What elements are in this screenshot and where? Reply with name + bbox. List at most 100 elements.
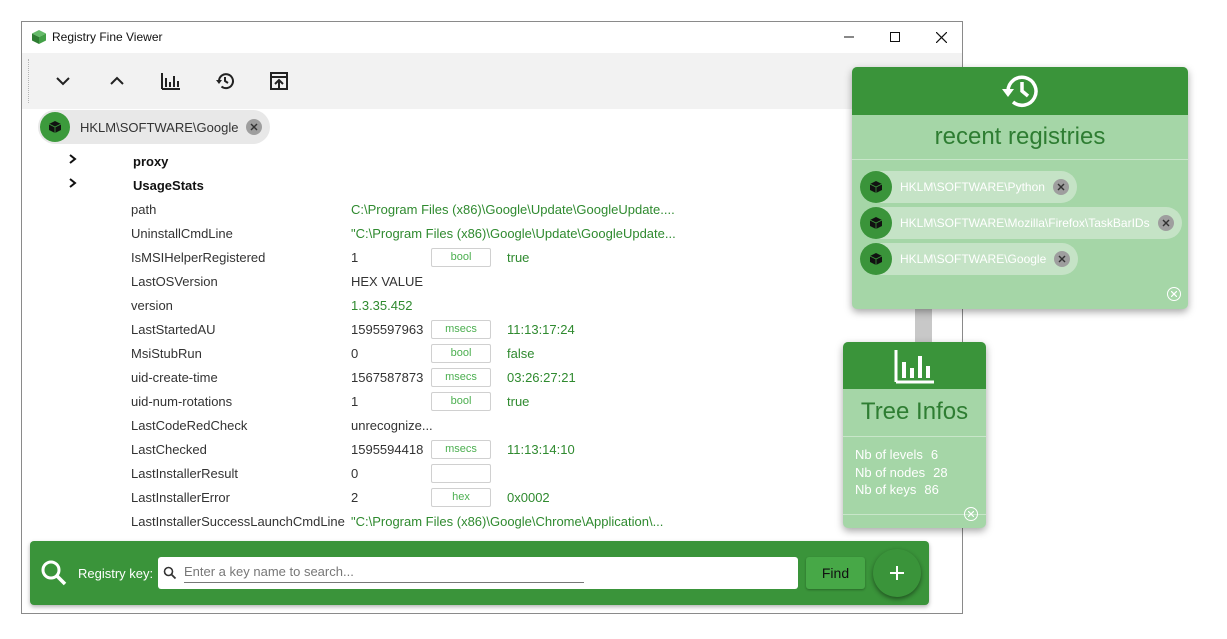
tree-value-row[interactable]: LastChecked 1595594418 msecs 11:13:14:10	[22, 438, 962, 462]
search-bar: Registry key: Find	[30, 541, 929, 605]
registry-cube-icon	[860, 243, 892, 275]
value-name: version	[131, 298, 173, 313]
value-name: LastStartedAU	[131, 322, 216, 337]
app-cube-icon	[32, 30, 46, 44]
history-icon	[1002, 75, 1038, 108]
expand-all-button[interactable]	[103, 67, 131, 95]
minimize-icon	[844, 36, 854, 38]
history-button[interactable]	[211, 67, 239, 95]
title-bar: Registry Fine Viewer	[22, 22, 962, 52]
tree-value-row[interactable]: LastStartedAU 1595597963 msecs 11:13:17:24	[22, 318, 962, 342]
tree-value-row[interactable]: LastOSVersion HEX VALUE	[22, 270, 962, 294]
value-type-badge[interactable]: bool	[431, 344, 491, 363]
close-circle-icon[interactable]	[964, 507, 978, 521]
chevron-right-icon[interactable]	[68, 177, 78, 189]
collapse-all-button[interactable]	[49, 67, 77, 95]
value-type-badge[interactable]	[431, 464, 491, 483]
tree-value-row[interactable]: version 1.3.35.452	[22, 294, 962, 318]
keys-label: Nb of keys	[855, 482, 917, 497]
tree-value-row[interactable]: uid-num-rotations 1 bool true	[22, 390, 962, 414]
value-type-badge[interactable]: msecs	[431, 368, 491, 387]
tree-value-row[interactable]: MsiStubRun 0 bool false	[22, 342, 962, 366]
value-type-badge[interactable]: msecs	[431, 320, 491, 339]
value-data: 1595594418	[351, 442, 424, 457]
value-name: LastInstallerError	[131, 490, 230, 505]
value-data: 1.3.35.452	[351, 298, 413, 313]
value-name: path	[131, 202, 157, 217]
chevron-up-icon	[110, 76, 124, 85]
recent-registries-panel: recent registries HKLM\SOFTWARE\Python HK…	[852, 67, 1188, 309]
tree-value-row[interactable]: LastCodeRedCheck unrecognize...	[22, 414, 962, 438]
tree-value-row[interactable]: LastInstallerSuccessLaunchCmdLine "C:\Pro…	[22, 510, 962, 534]
chevron-right-icon[interactable]	[68, 153, 78, 165]
tree-value-row[interactable]: uid-create-time 1567587873 msecs 03:26:27:2…	[22, 366, 962, 390]
value-data: 2	[351, 490, 359, 505]
value-data: 0	[351, 466, 359, 481]
tree-value-row[interactable]: path C:\Program Files (x86)\Google\Update…	[22, 198, 962, 222]
close-circle-icon[interactable]	[1167, 287, 1181, 301]
tree-infos-header	[843, 342, 986, 389]
maximize-button[interactable]	[872, 22, 918, 52]
search-input[interactable]	[184, 561, 584, 583]
value-data: HEX VALUE	[351, 274, 424, 289]
recent-registry-item[interactable]: HKLM\SOFTWARE\Mozilla\Firefox\TaskBarIDs	[860, 207, 1182, 239]
value-name: LastInstallerResult	[131, 466, 238, 481]
maximize-icon	[890, 32, 900, 42]
remove-recent-icon[interactable]	[1052, 179, 1069, 195]
remove-recent-icon[interactable]	[1054, 251, 1071, 267]
keys-value: 86	[924, 482, 939, 497]
value-data: 1	[351, 394, 359, 409]
tree-value-row[interactable]: LastInstallerResult 0	[22, 462, 962, 486]
converted-value: 03:26:27:21	[507, 370, 576, 385]
search-icon	[41, 560, 67, 586]
tree-value-row[interactable]: LastInstallerError 2 hex 0x0002	[22, 486, 962, 510]
levels-label: Nb of levels	[855, 447, 923, 462]
small-search-icon	[163, 566, 177, 580]
value-data: 1	[351, 250, 359, 265]
recent-panel-title: recent registries	[934, 123, 1106, 150]
nodes-label: Nb of nodes	[855, 465, 926, 480]
tree-infos-title: Tree Infos	[860, 398, 969, 425]
bar-chart-icon	[161, 73, 180, 90]
registry-cube-icon	[40, 112, 70, 142]
value-name: IsMSIHelperRegistered	[131, 250, 266, 265]
main-window: Registry Fine Viewer HKLM\SOFTWARE\Googl…	[21, 21, 963, 614]
value-data: 0	[351, 346, 359, 361]
tree-infos-button[interactable]	[157, 67, 185, 95]
panel-connector	[915, 305, 932, 343]
folder-name: proxy	[133, 154, 169, 169]
close-button[interactable]	[918, 22, 962, 52]
nodes-value: 28	[933, 465, 948, 480]
minimize-button[interactable]	[826, 22, 872, 52]
value-data: unrecognize...	[351, 418, 433, 433]
value-type-badge[interactable]: hex	[431, 488, 491, 507]
tree-infos-separator	[843, 436, 986, 437]
value-data: "C:\Program Files (x86)\Google\Chrome\Ap…	[351, 514, 664, 529]
add-button[interactable]	[873, 549, 921, 597]
find-button[interactable]: Find	[806, 557, 865, 589]
toolbar-grip	[28, 59, 29, 103]
value-data: 1567587873	[351, 370, 424, 385]
tree-value-row[interactable]: IsMSIHelperRegistered 1 bool true	[22, 246, 962, 270]
keys-info: Nb of keys 86	[855, 482, 939, 497]
value-type-badge[interactable]: bool	[431, 248, 491, 267]
recent-registry-item[interactable]: HKLM\SOFTWARE\Python	[860, 171, 1077, 203]
remove-chip-icon[interactable]	[246, 119, 263, 135]
recent-registry-item[interactable]: HKLM\SOFTWARE\Google	[860, 243, 1079, 275]
value-type-badge[interactable]: msecs	[431, 440, 491, 459]
value-type-badge[interactable]: bool	[431, 392, 491, 411]
tree-folder-row[interactable]: UsageStats	[22, 174, 962, 198]
registry-cube-icon	[860, 171, 892, 203]
current-key-chip[interactable]: HKLM\SOFTWARE\Google	[38, 110, 271, 144]
tree-value-row[interactable]: UninstallCmdLine "C:\Program Files (x86)\…	[22, 222, 962, 246]
recent-registry-path: HKLM\SOFTWARE\Mozilla\Firefox\TaskBarIDs	[900, 216, 1150, 230]
converted-value: true	[507, 394, 530, 409]
search-box[interactable]	[158, 557, 798, 589]
remove-recent-icon[interactable]	[1157, 215, 1174, 231]
tree-folder-row[interactable]: proxy	[22, 150, 962, 174]
export-button[interactable]	[265, 67, 293, 95]
value-name: uid-num-rotations	[131, 394, 233, 409]
value-name: LastOSVersion	[131, 274, 218, 289]
current-key-path: HKLM\SOFTWARE\Google	[80, 119, 239, 135]
chevron-down-icon	[56, 77, 70, 86]
